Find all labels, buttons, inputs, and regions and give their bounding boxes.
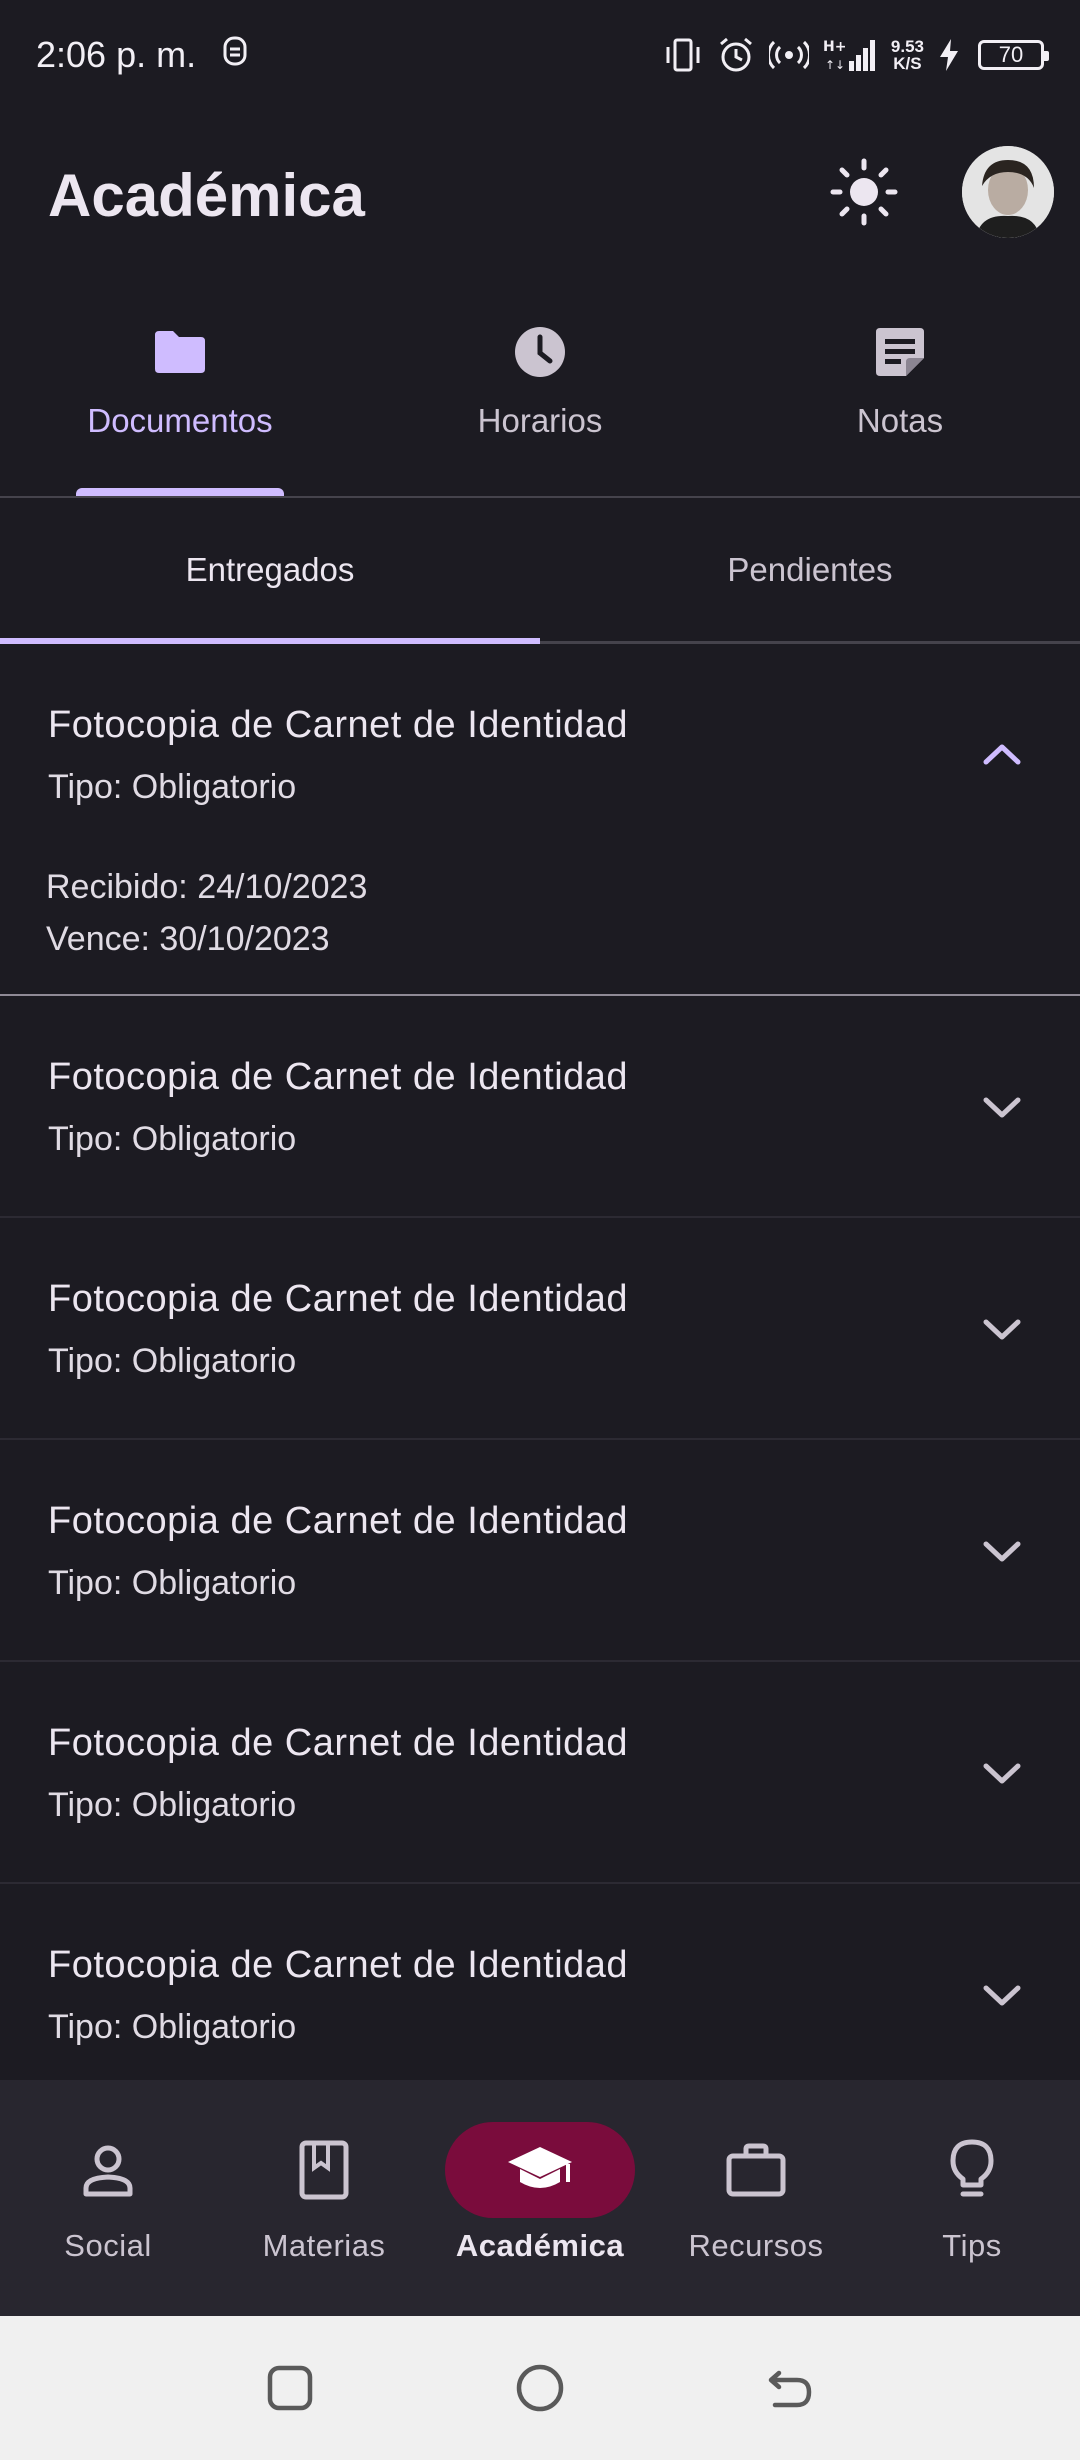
home-button[interactable] bbox=[510, 2358, 570, 2418]
notification-icon bbox=[222, 35, 248, 75]
person-icon bbox=[83, 2145, 133, 2197]
list-item[interactable]: Fotocopia de Carnet de Identidad Tipo: O… bbox=[0, 1440, 1080, 1662]
document-title: Fotocopia de Carnet de Identidad bbox=[48, 1500, 629, 1542]
nav-item-tips[interactable]: Tips bbox=[864, 2080, 1080, 2316]
tab-pendientes[interactable]: Pendientes bbox=[540, 498, 1080, 641]
note-icon bbox=[876, 328, 924, 376]
chevron-down-icon[interactable] bbox=[972, 1300, 1032, 1360]
tab-label: Pendientes bbox=[727, 550, 893, 588]
document-title: Fotocopia de Carnet de Identidad bbox=[48, 1056, 629, 1098]
nav-label: Recursos bbox=[688, 2228, 824, 2263]
back-button[interactable] bbox=[760, 2358, 820, 2418]
hotspot-icon bbox=[768, 38, 809, 72]
back-arrow-icon bbox=[768, 2370, 812, 2408]
list-item[interactable]: Fotocopia de Carnet de Identidad Tipo: O… bbox=[0, 1218, 1080, 1440]
circle-icon bbox=[516, 2364, 564, 2412]
recent-apps-button[interactable] bbox=[260, 2358, 320, 2418]
document-type: Tipo: Obligatorio bbox=[48, 2008, 297, 2046]
bottom-navigation: Social Materias Académica Recursos Tips bbox=[0, 2080, 1080, 2316]
document-type: Tipo: Obligatorio bbox=[48, 768, 297, 806]
chevron-down-icon[interactable] bbox=[972, 1966, 1032, 2026]
folder-icon bbox=[155, 331, 205, 373]
network-speed: 9.53 K/S bbox=[891, 38, 924, 72]
vibrate-icon bbox=[663, 37, 703, 73]
status-time: 2:06 p. m. bbox=[36, 34, 197, 75]
book-icon bbox=[299, 2140, 349, 2200]
document-title: Fotocopia de Carnet de Identidad bbox=[48, 1722, 629, 1764]
nav-label: Académica bbox=[455, 2228, 625, 2263]
list-item[interactable]: Fotocopia de Carnet de Identidad Tipo: O… bbox=[0, 996, 1080, 1218]
nav-label: Materias bbox=[262, 2228, 386, 2263]
document-title: Fotocopia de Carnet de Identidad bbox=[48, 1944, 629, 1986]
list-item[interactable]: Fotocopia de Carnet de Identidad Tipo: O… bbox=[0, 1662, 1080, 1884]
status-bar: 2:06 p. m. H+ ↑↓ 9.53 K/S 70 bbox=[0, 0, 1080, 110]
tab-label: Entregados bbox=[185, 550, 355, 588]
svg-text:H+: H+ bbox=[823, 39, 846, 55]
document-type: Tipo: Obligatorio bbox=[48, 1564, 297, 1602]
tab-horarios[interactable]: Horarios bbox=[360, 296, 720, 496]
nav-item-materias[interactable]: Materias bbox=[216, 2080, 432, 2316]
tab-label: Notas bbox=[856, 402, 944, 439]
battery-indicator: 70 bbox=[978, 40, 1049, 70]
chevron-up-icon[interactable] bbox=[972, 724, 1032, 784]
lightbulb-icon bbox=[950, 2139, 994, 2197]
chevron-down-icon[interactable] bbox=[972, 1078, 1032, 1138]
page-title: Académica bbox=[48, 161, 365, 229]
nav-item-social[interactable]: Social bbox=[0, 2080, 216, 2316]
document-due-date: Vence: 30/10/2023 bbox=[46, 920, 330, 958]
nav-item-recursos[interactable]: Recursos bbox=[648, 2080, 864, 2316]
speed-value: 9.53 bbox=[890, 37, 924, 56]
list-item[interactable]: Fotocopia de Carnet de Identidad Tipo: O… bbox=[0, 644, 1080, 996]
tab-notas[interactable]: Notas bbox=[720, 296, 1080, 496]
document-type: Tipo: Obligatorio bbox=[48, 1786, 297, 1824]
nav-label: Social bbox=[64, 2228, 152, 2263]
speed-unit: K/S bbox=[893, 54, 922, 73]
sub-tabs: Entregados Pendientes bbox=[0, 498, 1080, 644]
tab-documentos[interactable]: Documentos bbox=[0, 296, 360, 496]
chevron-down-icon[interactable] bbox=[972, 1744, 1032, 1804]
svg-text:↑↓: ↑↓ bbox=[825, 58, 845, 72]
clock-icon bbox=[515, 327, 565, 377]
tab-label: Horarios bbox=[477, 402, 603, 439]
document-type: Tipo: Obligatorio bbox=[48, 1342, 297, 1380]
active-tab-indicator bbox=[76, 488, 284, 496]
document-title: Fotocopia de Carnet de Identidad bbox=[48, 1278, 629, 1320]
briefcase-icon bbox=[726, 2143, 786, 2197]
app-header: Académica bbox=[0, 130, 1080, 260]
document-received-date: Recibido: 24/10/2023 bbox=[46, 868, 368, 906]
graduation-cap-icon bbox=[508, 2147, 572, 2188]
document-title: Fotocopia de Carnet de Identidad bbox=[48, 704, 629, 746]
tab-label: Documentos bbox=[87, 402, 273, 439]
nav-item-academica[interactable]: Académica bbox=[432, 2080, 648, 2316]
active-nav-pill bbox=[445, 2122, 635, 2218]
square-icon bbox=[267, 2365, 313, 2411]
chevron-down-icon[interactable] bbox=[972, 1522, 1032, 1582]
avatar[interactable] bbox=[962, 146, 1054, 238]
document-type: Tipo: Obligatorio bbox=[48, 1120, 297, 1158]
system-navigation-bar bbox=[0, 2316, 1080, 2460]
sun-icon bbox=[830, 158, 898, 226]
signal-icon: H+ ↑↓ bbox=[823, 37, 877, 73]
charging-icon bbox=[938, 38, 960, 72]
main-tabs: Documentos Horarios Notas bbox=[0, 296, 1080, 498]
theme-toggle-button[interactable] bbox=[826, 154, 902, 230]
nav-label: Tips bbox=[942, 2228, 1002, 2263]
alarm-icon bbox=[717, 36, 755, 74]
tab-entregados[interactable]: Entregados bbox=[0, 498, 540, 644]
list-item[interactable]: Fotocopia de Carnet de Identidad Tipo: O… bbox=[0, 1884, 1080, 2080]
document-list: Fotocopia de Carnet de Identidad Tipo: O… bbox=[0, 644, 1080, 2080]
